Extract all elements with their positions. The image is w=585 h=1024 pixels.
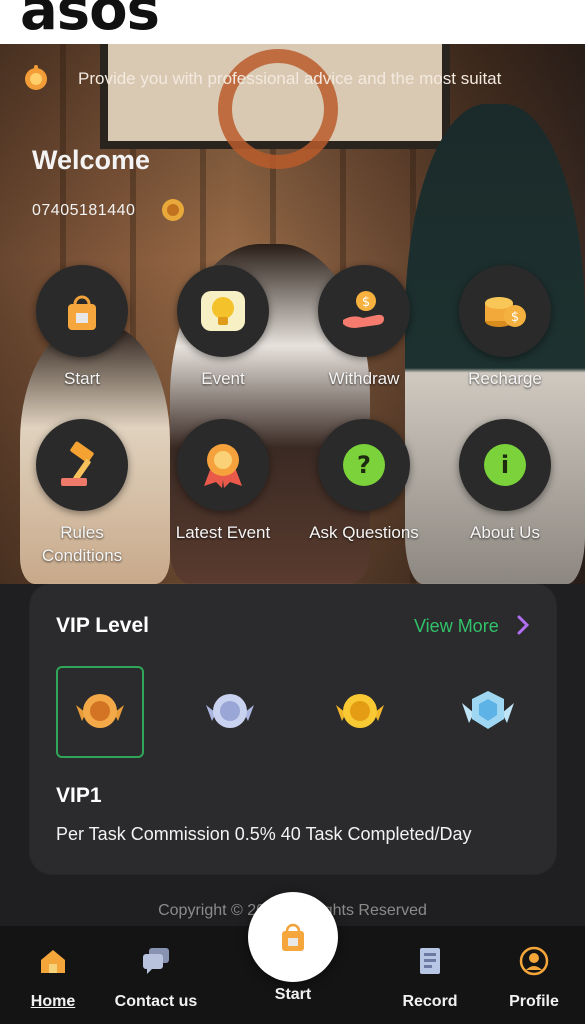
- start-fab-button[interactable]: [248, 892, 338, 982]
- nav-label-contact: Contact us: [114, 993, 198, 1010]
- nav-contact[interactable]: Contact us: [106, 946, 206, 1011]
- vip-badge-slot-4[interactable]: [444, 666, 532, 758]
- vip-badge-slot-3[interactable]: [316, 666, 404, 758]
- svg-text:?: ?: [357, 451, 371, 479]
- view-more-link[interactable]: View More: [414, 616, 499, 637]
- svg-text:i: i: [501, 451, 509, 479]
- grid-label-event: Event: [201, 369, 245, 388]
- user-phone: 07405181440: [32, 202, 136, 219]
- svg-text:$: $: [362, 295, 370, 310]
- coin-hand-icon: $: [343, 291, 384, 328]
- nav-home[interactable]: Home: [3, 946, 103, 1011]
- diamond-badge-icon: [462, 691, 514, 729]
- nav-label-profile: Profile: [509, 993, 559, 1010]
- home-icon: [41, 950, 65, 973]
- gavel-icon: [61, 441, 94, 486]
- gold-badge-icon: [336, 694, 384, 728]
- vip-badge-slot-1[interactable]: [56, 666, 144, 758]
- nav-label-record: Record: [402, 993, 458, 1010]
- lightbulb-icon: [201, 291, 245, 331]
- vip-level-name: VIP1: [56, 784, 102, 807]
- app-logo: asos: [20, 0, 160, 43]
- nav-record[interactable]: Record: [380, 946, 480, 1011]
- grid-latest-event[interactable]: Latest Event: [153, 419, 293, 544]
- document-icon: [420, 948, 440, 974]
- user-icon: [519, 946, 549, 976]
- question-icon: ?: [343, 444, 385, 486]
- notice-text: Provide you with professional advice and…: [78, 69, 502, 88]
- grid-event[interactable]: Event: [153, 265, 293, 390]
- grid-label-start: Start: [64, 369, 100, 388]
- grid-label-about-us: About Us: [470, 523, 540, 542]
- vip-badge-slot-2[interactable]: [186, 666, 274, 758]
- vip-description: Per Task Commission 0.5% 40 Task Complet…: [56, 824, 472, 844]
- chevron-right-icon[interactable]: [516, 614, 530, 636]
- shopping-bag-icon: [282, 923, 304, 951]
- vip-card: VIP Level View More VIP1 Per Task Commis…: [30, 584, 556, 874]
- grid-ask-questions[interactable]: ? Ask Questions: [294, 419, 434, 544]
- coins-icon: $: [485, 297, 526, 327]
- chat-icon: [143, 948, 169, 974]
- nav-profile[interactable]: Profile: [484, 946, 584, 1011]
- grid-label-ask-questions: Ask Questions: [309, 523, 419, 542]
- speaker-icon: [25, 65, 47, 90]
- grid-rules[interactable]: Rules Conditions: [12, 419, 152, 567]
- svg-text:$: $: [511, 310, 519, 325]
- welcome-text: Welcome: [32, 145, 151, 175]
- grid-label-latest-event: Latest Event: [175, 523, 271, 542]
- grid-label-rules: Rules Conditions: [41, 523, 123, 565]
- grid-label-recharge: Recharge: [468, 369, 542, 388]
- bronze-badge-icon: [76, 694, 124, 728]
- grid-withdraw[interactable]: $ Withdraw: [294, 265, 434, 390]
- nav-label-start: Start: [274, 986, 312, 1003]
- grid-recharge[interactable]: $ Recharge: [435, 265, 575, 390]
- notice-marquee: Provide you with professional advice and…: [20, 58, 580, 94]
- app-header: asos: [0, 0, 585, 44]
- grid-about-us[interactable]: i About Us: [435, 419, 575, 544]
- shopping-bag-icon: [68, 295, 96, 330]
- vip-title: VIP Level: [56, 614, 150, 637]
- vip-badge-icon: [162, 199, 184, 221]
- nav-label-home: Home: [30, 993, 76, 1010]
- grid-start[interactable]: Start: [12, 265, 152, 390]
- grid-label-withdraw: Withdraw: [328, 369, 400, 388]
- medal-icon: [204, 444, 242, 488]
- silver-badge-icon: [206, 694, 254, 728]
- info-icon: i: [484, 444, 526, 486]
